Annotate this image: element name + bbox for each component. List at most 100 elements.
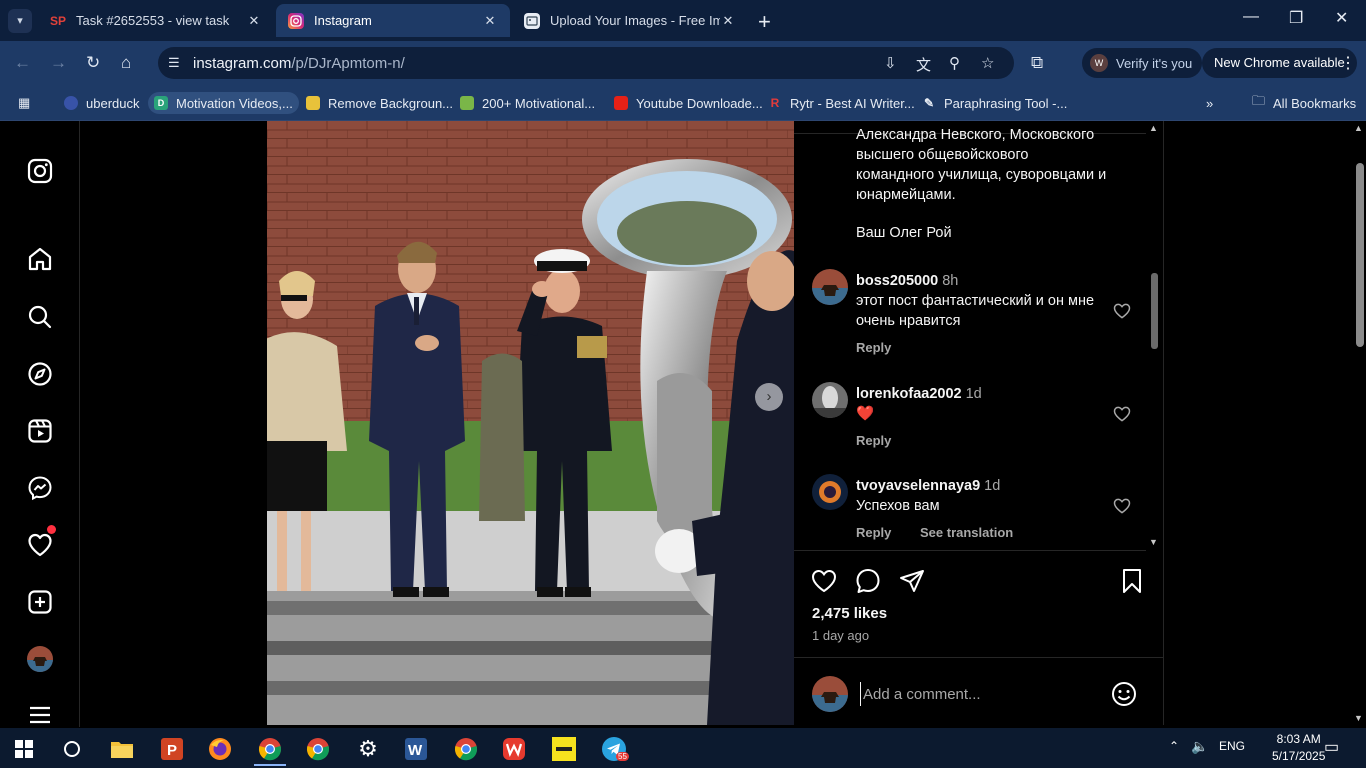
reload-icon[interactable]: ↻ (86, 53, 100, 73)
tab-search-icon[interactable]: ▾ (8, 9, 32, 33)
create-plus-icon[interactable] (24, 586, 56, 618)
reply-button[interactable]: Reply (856, 340, 891, 355)
home-icon[interactable]: ⌂ (121, 53, 131, 73)
save-bookmark-icon[interactable] (1118, 567, 1146, 595)
bookmark-uberduck[interactable]: uberduck (58, 92, 145, 114)
tray-chevron-icon[interactable]: ⌃ (1169, 739, 1179, 753)
page-scrollbar[interactable]: ▲ ▼ (1351, 121, 1366, 727)
back-icon[interactable]: ← (14, 53, 31, 73)
comment-text: этот пост фантастический и он мне очень … (856, 293, 1095, 329)
close-icon[interactable]: ✕ (246, 13, 262, 29)
profile-avatar[interactable] (24, 643, 56, 675)
comments-scroll-thumb[interactable] (1151, 273, 1158, 349)
caption-line: Александра Невского, Московского (856, 127, 1095, 143)
window-close-icon[interactable]: ✕ (1335, 8, 1348, 28)
see-translation-link[interactable]: See translation (920, 525, 1013, 540)
bookmark-youtube-downloader[interactable]: Youtube Downloade... (608, 92, 769, 114)
post-photo[interactable] (267, 121, 794, 725)
post-timestamp[interactable]: 1 day ago (812, 628, 869, 643)
chrome-menu-icon[interactable]: ⋮ (1340, 53, 1356, 73)
comment-username[interactable]: boss205000 (856, 273, 938, 289)
clock-time: 8:03 AM (1276, 732, 1321, 746)
telegram-icon[interactable]: 55 (594, 732, 634, 766)
commenter-avatar[interactable] (812, 382, 848, 418)
comment-username[interactable]: lorenkofaa2002 (856, 386, 962, 402)
bookmark-motivation-videos[interactable]: D Motivation Videos,... (148, 92, 299, 114)
restore-icon[interactable]: ❐ (1289, 8, 1303, 28)
more-menu-icon[interactable] (24, 699, 56, 727)
reply-button[interactable]: Reply (856, 525, 891, 540)
bookmark-remove-background[interactable]: Remove Backgroun... (300, 92, 459, 114)
search-icon[interactable] (24, 301, 56, 333)
site-info-icon[interactable]: ☰ (168, 55, 180, 71)
chrome-update-button[interactable]: New Chrome available (1202, 48, 1357, 78)
windows-start-icon[interactable] (4, 732, 44, 766)
language-indicator[interactable]: ENG (1219, 739, 1245, 753)
bookmark-star-icon[interactable]: ☆ (981, 54, 994, 72)
exness-icon[interactable] (544, 732, 584, 766)
firefox-icon[interactable] (200, 732, 240, 766)
chrome-profile-icon[interactable] (298, 732, 338, 766)
file-explorer-icon[interactable] (102, 732, 142, 766)
home-nav-icon[interactable] (24, 243, 56, 275)
verify-profile-button[interactable]: W Verify it's you (1082, 48, 1203, 78)
close-icon[interactable]: ✕ (720, 13, 736, 29)
comment-bubble-icon[interactable] (854, 567, 882, 595)
likes-count[interactable]: 2,475 likes (812, 605, 887, 622)
notification-center-icon[interactable]: ▭ (1324, 737, 1339, 757)
new-tab-icon[interactable]: + (758, 9, 771, 35)
tab-task[interactable]: SP Task #2652553 - view task ✕ (38, 4, 274, 37)
commenter-avatar[interactable] (812, 474, 848, 510)
forward-icon[interactable]: → (50, 53, 67, 73)
tab-upload[interactable]: Upload Your Images - Free Imag ✕ (512, 4, 748, 37)
notifications-heart-icon[interactable] (24, 525, 56, 561)
messenger-icon[interactable] (24, 472, 56, 504)
explore-compass-icon[interactable] (24, 358, 56, 390)
page-scroll-down-icon[interactable]: ▼ (1354, 713, 1363, 723)
install-app-icon[interactable]: ⇩ (884, 54, 897, 72)
comment-like-heart-icon[interactable] (1112, 301, 1132, 321)
translate-icon[interactable]: 文 (916, 54, 931, 75)
instagram-logo-icon[interactable] (24, 155, 56, 187)
next-photo-arrow-icon[interactable]: › (755, 383, 783, 411)
address-url[interactable]: instagram.com/p/DJrApmtom-n/ (193, 55, 405, 72)
comment-input[interactable] (860, 682, 1090, 706)
extensions-icon[interactable]: ⧉ (1031, 53, 1043, 73)
word-icon[interactable]: W (396, 732, 436, 766)
like-heart-icon[interactable] (810, 567, 838, 595)
apps-icon[interactable]: ▦ (12, 92, 36, 114)
search-circle-icon[interactable] (52, 732, 92, 766)
page-scroll-up-icon[interactable]: ▲ (1354, 123, 1363, 133)
emoji-smiley-icon[interactable] (1110, 680, 1138, 708)
bookmark-label: Rytr - Best AI Writer... (790, 95, 915, 111)
comment-like-heart-icon[interactable] (1112, 496, 1132, 516)
commenter-avatar[interactable] (812, 269, 848, 305)
address-bar[interactable]: ☰ instagram.com/p/DJrApmtom-n/ ⇩ 文 ⚲ ☆ (158, 47, 1014, 79)
comment-like-heart-icon[interactable] (1112, 404, 1132, 424)
all-bookmarks-button[interactable]: 🗀 All Bookmarks (1246, 92, 1362, 114)
bookmark-motivational[interactable]: 200+ Motivational... (454, 92, 601, 114)
volume-icon[interactable]: 🔈 (1191, 738, 1208, 755)
reels-icon[interactable] (24, 415, 56, 447)
share-send-icon[interactable] (898, 567, 926, 595)
wps-office-icon[interactable] (494, 732, 534, 766)
chrome-app-icon[interactable] (446, 732, 486, 766)
zoom-icon[interactable]: ⚲ (949, 54, 960, 72)
close-icon[interactable]: ✕ (482, 13, 498, 29)
comments-scrollbar[interactable]: ▲ ▼ (1146, 121, 1161, 551)
clock-date: 5/17/2025 (1272, 749, 1326, 763)
page-scroll-thumb[interactable] (1356, 163, 1364, 347)
comment-username[interactable]: tvoyavselennaya9 (856, 478, 980, 494)
powerpoint-icon[interactable]: P (152, 732, 192, 766)
scroll-up-icon[interactable]: ▲ (1149, 123, 1158, 133)
reply-button[interactable]: Reply (856, 433, 891, 448)
minimize-icon[interactable]: — (1243, 8, 1259, 26)
bookmark-paraphrasing[interactable]: ✎ Paraphrasing Tool -... (916, 92, 1073, 114)
chrome-taskbar-icon[interactable] (250, 732, 290, 766)
bookmark-rytr[interactable]: R Rytr - Best AI Writer... (762, 92, 921, 114)
more-bookmarks-icon[interactable]: » (1200, 92, 1219, 114)
tab-instagram[interactable]: Instagram ✕ (276, 4, 510, 37)
settings-gear-icon[interactable]: ⚙ (348, 732, 388, 766)
scroll-down-icon[interactable]: ▼ (1149, 537, 1158, 547)
system-clock[interactable]: 8:03 AM 5/17/2025 (1272, 731, 1325, 765)
